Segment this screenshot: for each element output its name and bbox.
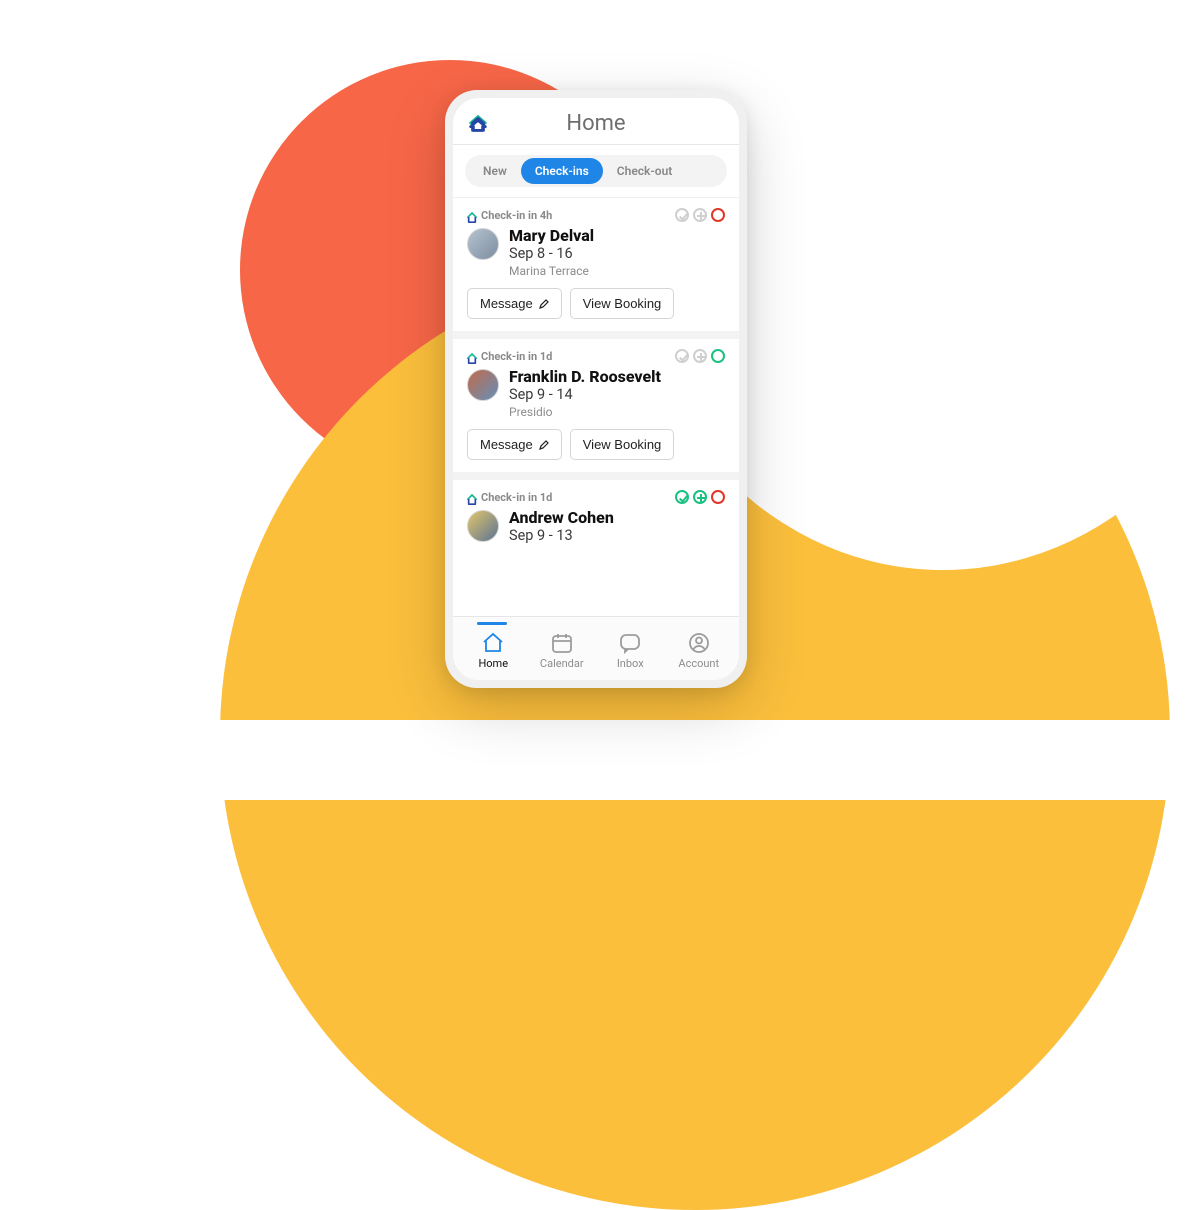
bookings-list: Check-in in 4h Mary Delval Sep 8 - 16 Ma… xyxy=(453,197,739,616)
guest-avatar xyxy=(467,510,499,542)
guest-dates: Sep 9 - 13 xyxy=(509,527,614,545)
checkin-status: Check-in in 4h xyxy=(481,209,552,222)
nav-label: Account xyxy=(678,657,719,670)
pencil-icon xyxy=(539,299,549,309)
guest-dates: Sep 8 - 16 xyxy=(509,245,594,263)
account-icon xyxy=(687,631,711,655)
status-ring-icon xyxy=(711,490,725,504)
tab-checkouts[interactable]: Check-out xyxy=(603,158,687,184)
guest-property: Marina Terrace xyxy=(509,263,594,280)
status-icons xyxy=(675,490,725,504)
tab-new[interactable]: New xyxy=(469,158,521,184)
status-check-icon xyxy=(675,208,689,222)
guest-avatar xyxy=(467,228,499,260)
guest-dates: Sep 9 - 14 xyxy=(509,386,661,404)
nav-label: Inbox xyxy=(617,657,644,670)
guest-name: Mary Delval xyxy=(509,226,594,245)
house-icon xyxy=(467,491,477,503)
checkin-status: Check-in in 1d xyxy=(481,491,552,504)
guest-name: Andrew Cohen xyxy=(509,508,614,527)
status-plus-icon xyxy=(693,349,707,363)
guest-property: Presidio xyxy=(509,404,661,421)
message-label: Message xyxy=(480,296,533,311)
screen: Home New Check-ins Check-out Check-in in… xyxy=(453,98,739,680)
pencil-icon xyxy=(539,440,549,450)
message-label: Message xyxy=(480,437,533,452)
status-ring-icon xyxy=(711,349,725,363)
nav-calendar[interactable]: Calendar xyxy=(532,627,592,670)
nav-inbox[interactable]: Inbox xyxy=(600,627,660,670)
booking-card: Check-in in 1d Andrew Cohen Sep 9 - 13 xyxy=(453,472,739,557)
nav-account[interactable]: Account xyxy=(669,627,729,670)
status-plus-icon xyxy=(693,208,707,222)
message-button[interactable]: Message xyxy=(467,429,562,460)
app-logo-icon xyxy=(467,112,489,134)
view-booking-button[interactable]: View Booking xyxy=(570,429,675,460)
booking-card: Check-in in 1d Franklin D. Roosevelt Sep… xyxy=(453,331,739,472)
header: Home xyxy=(453,98,739,145)
nav-label: Home xyxy=(478,657,508,670)
view-booking-button[interactable]: View Booking xyxy=(570,288,675,319)
inbox-icon xyxy=(618,631,642,655)
status-check-icon xyxy=(675,490,689,504)
status-icons xyxy=(675,349,725,363)
booking-card: Check-in in 4h Mary Delval Sep 8 - 16 Ma… xyxy=(453,197,739,331)
status-icons xyxy=(675,208,725,222)
message-button[interactable]: Message xyxy=(467,288,562,319)
status-check-icon xyxy=(675,349,689,363)
status-plus-icon xyxy=(693,490,707,504)
bg-cut xyxy=(0,720,1200,800)
bottom-nav: Home Calendar Inbox Account xyxy=(453,616,739,680)
checkin-status: Check-in in 1d xyxy=(481,350,552,363)
home-icon xyxy=(481,631,505,655)
guest-avatar xyxy=(467,369,499,401)
house-icon xyxy=(467,209,477,221)
phone-frame: Home New Check-ins Check-out Check-in in… xyxy=(445,90,747,688)
calendar-icon xyxy=(550,631,574,655)
page-title: Home xyxy=(566,111,625,136)
status-ring-icon xyxy=(711,208,725,222)
filter-tabs: New Check-ins Check-out xyxy=(453,145,739,197)
house-icon xyxy=(467,350,477,362)
nav-home[interactable]: Home xyxy=(463,627,523,670)
nav-label: Calendar xyxy=(540,657,584,670)
tab-checkins[interactable]: Check-ins xyxy=(521,158,603,184)
guest-name: Franklin D. Roosevelt xyxy=(509,367,661,386)
